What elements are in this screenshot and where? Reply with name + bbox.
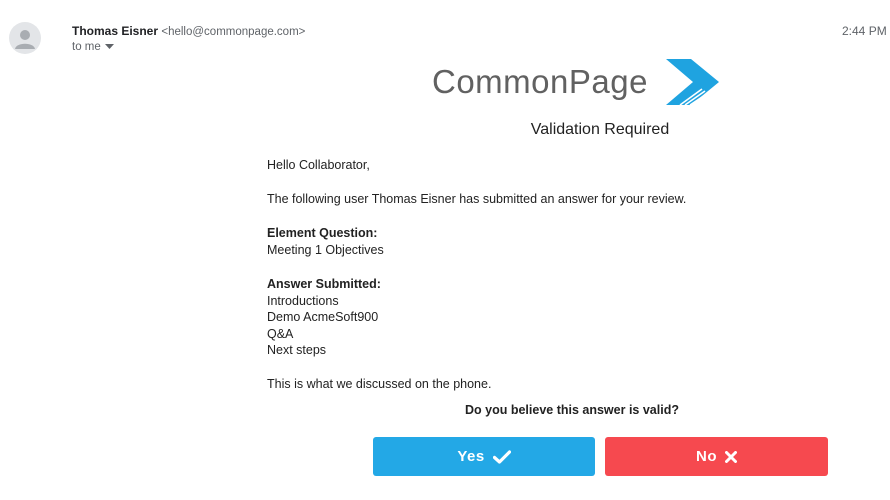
checkmark-icon	[492, 449, 511, 464]
sender-avatar[interactable]	[9, 22, 41, 54]
no-button[interactable]: No	[605, 437, 828, 476]
answer-line: Demo AcmeSoft900	[267, 310, 379, 324]
validation-prompt: Do you believe this answer is valid?	[465, 403, 679, 417]
element-question-label: Element Question:	[267, 226, 378, 240]
email-body: Hello Collaborator, The following user T…	[267, 157, 827, 392]
answer-submitted-label: Answer Submitted:	[267, 277, 381, 291]
closing-note: This is what we discussed on the phone.	[267, 376, 492, 391]
sender-email: <hello@commonpage.com>	[161, 26, 306, 38]
email-heading: Validation Required	[530, 121, 670, 138]
yes-button[interactable]: Yes	[373, 437, 595, 476]
logo-text: CommonPage	[432, 63, 648, 100]
greeting: Hello Collaborator,	[267, 158, 370, 172]
person-avatar-icon	[15, 30, 35, 49]
commonpage-logo: CommonPage	[432, 58, 720, 106]
x-icon	[725, 450, 737, 463]
yes-label: Yes	[457, 448, 485, 465]
answer-line: Introductions	[267, 293, 339, 308]
email-time: 2:44 PM	[842, 24, 887, 38]
element-question-value: Meeting 1 Objectives	[267, 242, 384, 257]
recipient-label: to me	[72, 41, 101, 53]
intro-text: The following user Thomas Eisner has sub…	[267, 191, 687, 206]
commonpage-logo-icon	[665, 59, 719, 106]
sender-line: Thomas Eisner <hello@commonpage.com>	[72, 24, 305, 38]
recipient-details-toggle[interactable]: to me	[72, 41, 114, 53]
answer-line: Q&A	[267, 326, 294, 341]
sender-name[interactable]: Thomas Eisner	[72, 24, 158, 38]
no-label: No	[696, 448, 717, 465]
answer-line: Next steps	[267, 343, 327, 357]
caret-down-icon	[104, 44, 114, 49]
